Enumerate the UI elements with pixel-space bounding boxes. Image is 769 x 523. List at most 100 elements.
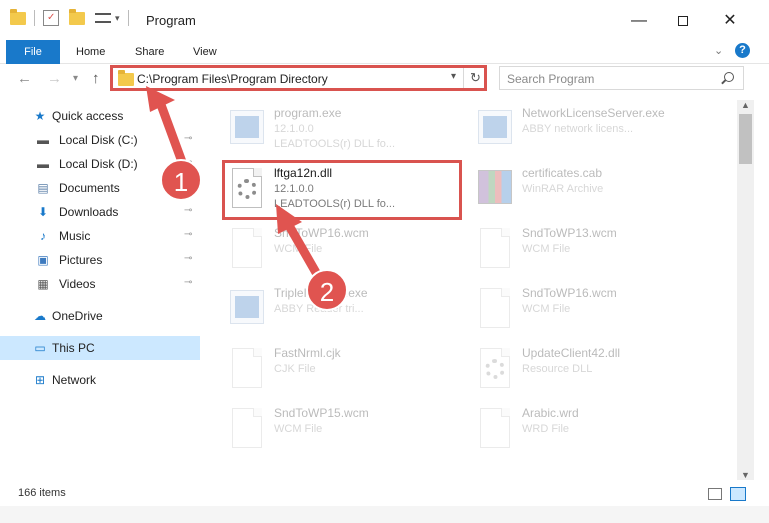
expand-ribbon-icon[interactable]: ⌄	[714, 44, 723, 57]
large-icons-view-icon[interactable]	[730, 487, 746, 501]
sidebar-item-label: Videos	[59, 277, 96, 291]
file-name: UpdateClient42.dll	[522, 346, 621, 360]
customize-icon[interactable]	[95, 13, 111, 23]
file-detail: CJK File	[274, 363, 316, 375]
sidebar-item-label: OneDrive	[52, 309, 103, 323]
document-icon	[226, 408, 266, 454]
file-detail: WCM File	[522, 243, 571, 255]
minimize-icon: —	[631, 12, 647, 29]
back-button[interactable]: ←	[17, 70, 32, 87]
drive-icon: ▬	[37, 133, 49, 147]
recent-locations-button[interactable]: ▾	[73, 73, 78, 84]
sidebar-item-label: Local Disk (D:)	[59, 157, 138, 171]
pin-icon[interactable]: ⊸	[184, 229, 192, 240]
sidebar-item[interactable]: ▦ Videos ⊸	[0, 272, 200, 296]
exe-icon	[474, 108, 514, 154]
scrollbar-thumb[interactable]	[739, 114, 752, 164]
chevron-down-icon[interactable]: ▾	[115, 13, 120, 24]
file-item[interactable]: SndToWP16.wcm WCM File	[474, 284, 714, 342]
scroll-down-icon[interactable]: ▼	[741, 470, 750, 480]
file-item[interactable]: SndToWP16.wcm WCM File	[226, 224, 466, 282]
file-item[interactable]: certificates.cab WinRAR Archive	[474, 164, 714, 222]
minimize-button[interactable]: —	[624, 8, 654, 34]
title-bar: ✓ ▾ Program — ✕	[0, 0, 769, 40]
file-item[interactable]: program.exe 12.1.0.0 LEADTOOLS(r) DLL fo..…	[226, 104, 466, 162]
file-name: SndToWP16.wcm	[522, 286, 617, 300]
sidebar-item-label: Network	[52, 373, 97, 387]
file-detail: WCM File	[274, 243, 323, 255]
help-icon[interactable]: ?	[735, 43, 750, 58]
file-item[interactable]: SndToWP15.wcm WCM File	[226, 404, 466, 462]
properties-icon[interactable]: ✓	[43, 10, 59, 26]
up-button[interactable]: ↑	[92, 70, 100, 87]
music-icon: ♪	[40, 229, 46, 243]
drive-icon: ▬	[37, 157, 49, 171]
file-item[interactable]: Arabic.wrd WRD File	[474, 404, 714, 462]
sidebar-item-label: Quick access	[52, 109, 124, 123]
details-view-icon[interactable]	[708, 488, 722, 500]
file-name: program.exe	[274, 106, 342, 120]
sidebar-item[interactable]: ▭ This PC	[0, 336, 200, 360]
file-item[interactable]: UpdateClient42.dll Resource DLL	[474, 344, 714, 402]
search-input[interactable]: Search Program	[499, 66, 744, 90]
sidebar-item-label: This PC	[52, 341, 95, 355]
sidebar-item[interactable]: ★ Quick access	[0, 104, 200, 128]
file-name: NetworkLicenseServer.exe	[522, 106, 665, 120]
file-item[interactable]: NetworkLicenseServer.exe ABBY network lic…	[474, 104, 714, 162]
document-icon	[474, 228, 514, 274]
forward-button[interactable]: →	[47, 70, 62, 87]
pin-icon[interactable]: ⊸	[184, 253, 192, 264]
file-detail: WinRAR Archive	[522, 183, 604, 195]
file-item[interactable]: FastNrml.cjk CJK File	[226, 344, 466, 402]
sidebar-item-label: Local Disk (C:)	[59, 133, 138, 147]
pin-icon[interactable]: ⊸	[184, 277, 192, 288]
sidebar-item[interactable]: ♪ Music ⊸	[0, 224, 200, 248]
sidebar-item[interactable]: ▣ Pictures ⊸	[0, 248, 200, 272]
search-icon[interactable]	[724, 72, 734, 82]
vertical-scrollbar[interactable]: ▲ ▼	[737, 100, 754, 480]
file-detail: LEADTOOLS(r) DLL fo...	[274, 138, 396, 150]
sidebar-item-label: Downloads	[59, 205, 119, 219]
file-name: SndToWP16.wcm	[274, 226, 369, 240]
sidebar-item[interactable]: ▬ Local Disk (C:) ⊸	[0, 128, 200, 152]
pin-icon[interactable]: ⊸	[184, 205, 192, 216]
videos-icon: ▦	[37, 277, 49, 291]
item-count: 166 items	[18, 487, 66, 499]
sidebar-item-label: Pictures	[59, 253, 103, 267]
file-detail: Resource DLL	[522, 363, 593, 375]
ribbon: File Home Share View ⌄ ?	[0, 40, 769, 64]
toolbar-separator	[34, 10, 35, 26]
pin-icon[interactable]: ⊸	[184, 133, 192, 144]
tab-home[interactable]: Home	[76, 40, 105, 64]
scroll-up-icon[interactable]: ▲	[741, 100, 750, 110]
pictures-icon: ▣	[37, 253, 49, 267]
window-title: Program	[146, 13, 196, 28]
tab-view[interactable]: View	[193, 40, 217, 64]
quick-access-toolbar: ✓ ▾	[10, 8, 133, 26]
new-folder-icon[interactable]	[69, 8, 85, 25]
file-name: Arabic.wrd	[522, 406, 579, 420]
monitor-icon: ▭	[34, 341, 46, 355]
maximize-button[interactable]	[668, 8, 698, 34]
file-item[interactable]: SndToWP13.wcm WCM File	[474, 224, 714, 282]
maximize-icon	[678, 16, 688, 26]
exe-icon	[226, 108, 266, 154]
document-icon	[474, 288, 514, 334]
sidebar-item[interactable]: ☁ OneDrive	[0, 304, 200, 328]
file-detail: WCM File	[274, 423, 323, 435]
file-detail: 12.1.0.0	[274, 123, 314, 135]
file-detail: ABBY network licens...	[522, 123, 634, 135]
sidebar-item[interactable]: ⊞ Network	[0, 368, 200, 392]
archive-icon	[474, 168, 514, 214]
navigation-pane: ★ Quick access ▬ Local Disk (C:) ⊸ ▬ Local Dis…	[0, 100, 200, 480]
sidebar-item-label: Documents	[59, 181, 120, 195]
folder-icon	[10, 8, 26, 25]
tab-file[interactable]: File	[6, 40, 60, 64]
close-button[interactable]: ✕	[715, 8, 745, 34]
tab-share[interactable]: Share	[135, 40, 164, 64]
file-name: SndToWP13.wcm	[522, 226, 617, 240]
sidebar-item[interactable]: ⬇ Downloads ⊸	[0, 200, 200, 224]
taskbar-strip	[0, 506, 769, 523]
search-placeholder: Search Program	[507, 72, 595, 86]
step-2-badge: 2	[306, 269, 348, 311]
